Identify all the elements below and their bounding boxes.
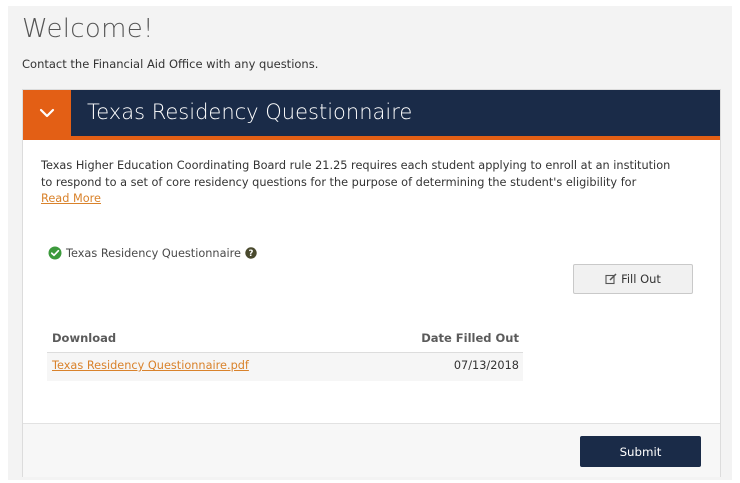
table-row: Texas Residency Questionnaire.pdf 07/13/… (47, 353, 523, 381)
question-circle-icon[interactable]: ? (245, 247, 257, 259)
fill-out-label: Fill Out (621, 272, 661, 286)
column-header-download: Download (52, 331, 117, 345)
svg-text:?: ? (249, 249, 254, 259)
questionnaire-card: Texas Residency Questionnaire Texas High… (22, 89, 721, 477)
card-title: Texas Residency Questionnaire (87, 100, 413, 124)
contact-text: Contact the Financial Aid Office with an… (22, 57, 319, 71)
edit-icon (605, 273, 617, 285)
collapse-toggle-button[interactable] (23, 90, 71, 136)
submit-button[interactable]: Submit (580, 436, 701, 467)
page-background: Welcome! Contact the Financial Aid Offic… (8, 6, 732, 480)
chevron-down-icon (39, 108, 55, 118)
questionnaire-status: Texas Residency Questionnaire ? (48, 246, 257, 260)
column-header-date: Date Filled Out (421, 331, 519, 345)
download-table: Download Date Filled Out Texas Residency… (47, 326, 523, 381)
read-more-link[interactable]: Read More (41, 192, 101, 205)
fill-out-button[interactable]: Fill Out (573, 264, 693, 294)
description-text: Texas Higher Education Coordinating Boar… (41, 157, 701, 191)
card-footer: Submit (23, 423, 720, 477)
download-file-link[interactable]: Texas Residency Questionnaire.pdf (52, 359, 249, 372)
description-line-1: Texas Higher Education Coordinating Boar… (41, 159, 671, 172)
status-label: Texas Residency Questionnaire (66, 246, 241, 260)
page-title: Welcome! (22, 14, 154, 44)
date-filled-out: 07/13/2018 (453, 359, 519, 372)
description-line-2: to respond to a set of core residency qu… (41, 176, 637, 189)
table-header: Download Date Filled Out (47, 326, 523, 353)
card-header: Texas Residency Questionnaire (23, 90, 720, 140)
check-circle-icon (48, 246, 62, 260)
